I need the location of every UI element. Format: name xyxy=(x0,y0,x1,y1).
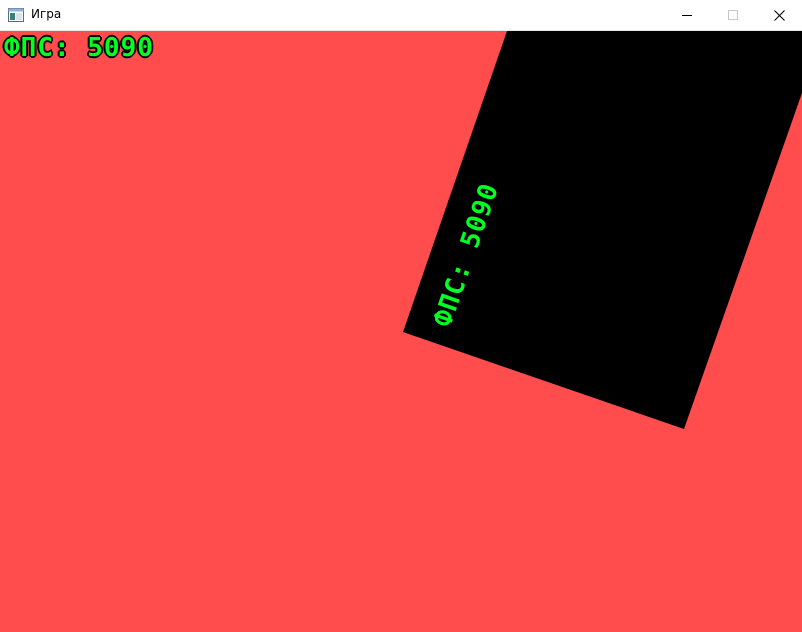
title-bar[interactable]: Игра xyxy=(0,0,802,31)
close-button[interactable] xyxy=(756,0,802,30)
close-icon xyxy=(773,9,785,21)
window-title: Игра xyxy=(31,7,62,21)
maximize-icon xyxy=(728,10,738,20)
game-canvas[interactable]: ФПС: 5090 ФПС: 5090 xyxy=(0,31,802,632)
game-window: Игра ФПС: 5090 ФПС: 5090 xyxy=(0,0,802,632)
minimize-icon xyxy=(682,15,692,16)
maximize-button[interactable] xyxy=(710,0,756,30)
fps-counter: ФПС: 5090 xyxy=(3,32,154,64)
minimize-button[interactable] xyxy=(664,0,710,30)
rotated-black-rectangle xyxy=(403,31,802,429)
window-app-icon xyxy=(8,8,24,22)
